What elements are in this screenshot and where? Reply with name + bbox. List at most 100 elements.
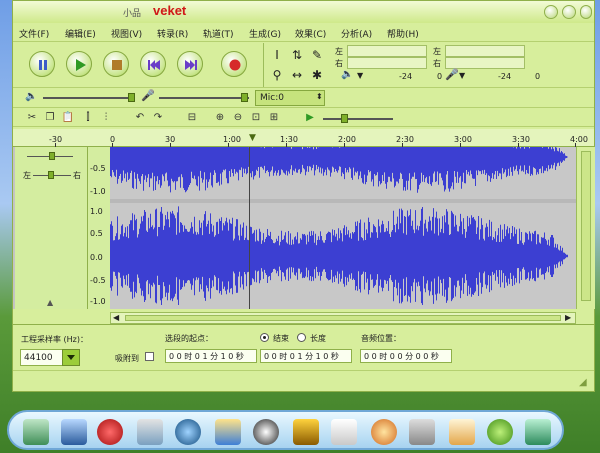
zoom-tool-icon[interactable]: ⚲ <box>268 66 286 84</box>
scale-label: 0.0 <box>90 253 103 262</box>
resize-grip-icon[interactable]: ◢ <box>579 377 587 388</box>
image-viewer-icon[interactable] <box>331 419 357 445</box>
play-button[interactable] <box>66 51 92 77</box>
envelope-tool-icon[interactable]: ⇅ <box>288 46 306 64</box>
paste-icon[interactable]: 📋 <box>61 111 75 124</box>
scale-label: 1.0 <box>90 207 103 216</box>
play-scale-a: -24 <box>399 72 413 81</box>
menu-edit[interactable]: 编辑(E) <box>65 27 96 40</box>
chart-app-icon[interactable] <box>23 419 49 445</box>
menu-record[interactable]: 转录(R) <box>157 27 188 40</box>
track-control-panel[interactable]: 左 右 ▲ <box>15 147 88 309</box>
document-edit-icon[interactable] <box>137 419 163 445</box>
silence-icon[interactable]: ⫶ <box>99 111 113 124</box>
chevron-down-icon[interactable]: ▼ <box>357 71 363 80</box>
mic-icon: 🎤 <box>445 68 459 81</box>
close-button[interactable] <box>580 5 592 19</box>
skip-end-icon <box>185 60 197 70</box>
settings-globe-icon[interactable] <box>175 419 201 445</box>
skip-end-button[interactable] <box>177 51 203 77</box>
play-meter-left[interactable] <box>347 45 427 57</box>
output-volume-thumb[interactable] <box>128 93 135 102</box>
playhead-marker-icon[interactable]: ▼ <box>249 133 256 143</box>
help-icon[interactable] <box>487 419 513 445</box>
rec-meter-left[interactable] <box>445 45 525 57</box>
length-radio[interactable] <box>297 333 306 342</box>
menu-track[interactable]: 轨道(T) <box>203 27 234 40</box>
gain-thumb[interactable] <box>49 152 55 160</box>
input-volume-thumb[interactable] <box>241 93 248 102</box>
menu-effect[interactable]: 效果(C) <box>295 27 326 40</box>
timeline-ruler[interactable]: -30 0 30 1:00 1:30 2:00 2:30 3:00 3:30 4… <box>13 129 594 147</box>
menu-analyze[interactable]: 分析(A) <box>341 27 372 40</box>
sync-lock-icon[interactable]: ⊟ <box>185 111 199 124</box>
collapse-track-icon[interactable]: ▲ <box>47 298 53 307</box>
menu-view[interactable]: 视图(V) <box>111 27 142 40</box>
multi-tool-icon[interactable]: ✱ <box>308 66 326 84</box>
selection-start-field[interactable]: 0 0 时 0 1 分 1 0 秒 <box>165 349 257 363</box>
record-button[interactable] <box>221 51 247 77</box>
skip-start-icon <box>148 60 160 70</box>
horizontal-scrollbar-thumb[interactable] <box>125 315 561 321</box>
title-bar[interactable]: 小品 veket <box>13 1 594 23</box>
notes-icon[interactable] <box>449 419 475 445</box>
usb-drive-icon[interactable] <box>409 419 435 445</box>
trim-icon[interactable]: ⫿ <box>81 111 95 124</box>
monitor-icon[interactable] <box>61 419 87 445</box>
scale-label: -1.0 <box>90 187 106 196</box>
fit-selection-icon[interactable]: ⊡ <box>249 111 263 124</box>
vertical-scrollbar-thumb[interactable] <box>581 151 591 301</box>
waveform-area[interactable] <box>110 147 576 309</box>
pan-thumb[interactable] <box>48 171 54 179</box>
selection-tool-icon[interactable]: I <box>268 46 286 64</box>
horizontal-scrollbar[interactable]: ◀ ▶ <box>110 312 576 324</box>
play-at-speed-icon[interactable]: ▶ <box>303 111 317 124</box>
mixer-toolbar: 🔈 🎤 Mic:0 ⬍ <box>13 87 594 107</box>
stop-button[interactable] <box>103 51 129 77</box>
snap-to-checkbox[interactable] <box>145 352 154 361</box>
zoom-in-icon[interactable]: ⊕ <box>213 111 227 124</box>
media-player-icon[interactable] <box>97 419 123 445</box>
timeshift-tool-icon[interactable]: ↔ <box>288 66 306 84</box>
menu-file[interactable]: 文件(F) <box>19 27 49 40</box>
pause-button[interactable] <box>29 51 55 77</box>
play-speed-thumb[interactable] <box>341 114 348 123</box>
zoom-out-icon[interactable]: ⊖ <box>231 111 245 124</box>
network-icon[interactable] <box>215 419 241 445</box>
chevron-down-icon[interactable]: ▼ <box>459 71 465 80</box>
record-icon <box>229 59 241 71</box>
vertical-scrollbar[interactable] <box>576 147 595 309</box>
file-manager-icon[interactable] <box>293 419 319 445</box>
play-meter-right[interactable] <box>347 57 427 69</box>
maximize-button[interactable] <box>562 5 576 19</box>
menu-help[interactable]: 帮助(H) <box>387 27 419 40</box>
fit-project-icon[interactable]: ⊞ <box>267 111 281 124</box>
mic-input-select[interactable]: Mic:0 ⬍ <box>255 90 325 106</box>
skip-start-button[interactable] <box>140 51 166 77</box>
audio-position-label: 音频位置： <box>361 334 401 343</box>
cut-icon[interactable]: ✂ <box>25 111 39 124</box>
terminal-icon[interactable] <box>525 419 551 445</box>
scroll-right-icon[interactable]: ▶ <box>565 313 571 322</box>
output-volume-slider[interactable] <box>43 97 133 99</box>
penguin-icon[interactable] <box>253 419 279 445</box>
audio-position-field[interactable]: 0 0 时 0 0 分 0 0 秒 <box>360 349 452 363</box>
paint-palette-icon[interactable] <box>371 419 397 445</box>
minimize-button[interactable] <box>544 5 558 19</box>
window-title: veket <box>153 3 187 18</box>
window-title-small: 小品 <box>123 9 142 19</box>
draw-tool-icon[interactable]: ✎ <box>308 46 326 64</box>
scroll-left-icon[interactable]: ◀ <box>113 313 119 322</box>
undo-icon[interactable]: ↶ <box>133 111 147 124</box>
end-radio[interactable] <box>260 333 269 342</box>
play-speed-slider[interactable] <box>323 118 393 120</box>
copy-icon[interactable]: ❐ <box>43 111 57 124</box>
input-volume-slider[interactable] <box>159 97 249 99</box>
ruler-tick: 1:00 <box>223 135 241 144</box>
project-rate-dropdown[interactable] <box>62 349 80 366</box>
menu-generate[interactable]: 生成(G) <box>249 27 281 40</box>
snap-to-label: 吸附到 <box>115 354 139 363</box>
redo-icon[interactable]: ↷ <box>151 111 165 124</box>
audacity-window: 小品 veket 文件(F) 编辑(E) 视图(V) 转录(R) 轨道(T) 生… <box>12 0 595 392</box>
selection-end-field[interactable]: 0 0 时 0 1 分 1 0 秒 <box>260 349 352 363</box>
